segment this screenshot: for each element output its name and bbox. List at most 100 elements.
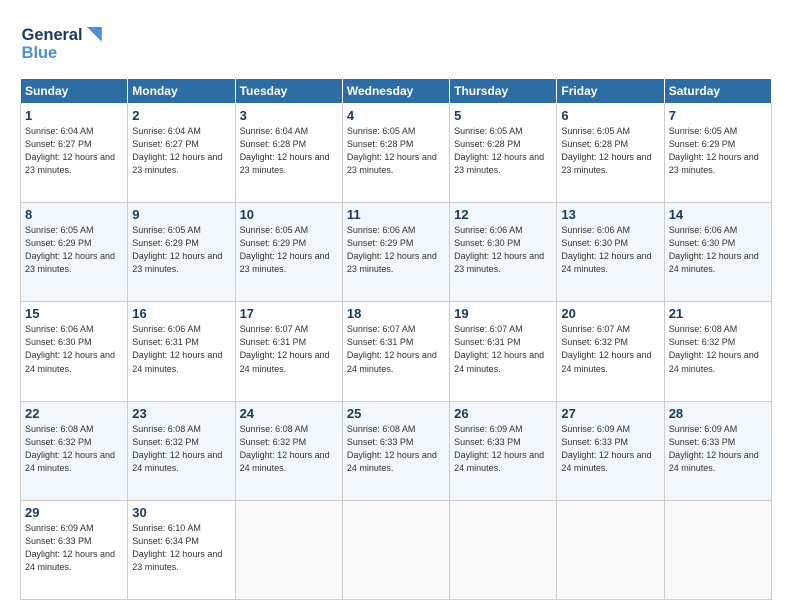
calendar-header-row: Sunday Monday Tuesday Wednesday Thursday… xyxy=(21,79,772,104)
day-number: 11 xyxy=(347,207,445,222)
table-row xyxy=(450,500,557,599)
day-number: 15 xyxy=(25,306,123,321)
day-number: 25 xyxy=(347,406,445,421)
day-info: Sunrise: 6:09 AMSunset: 6:33 PMDaylight:… xyxy=(25,522,123,574)
day-info: Sunrise: 6:10 AMSunset: 6:34 PMDaylight:… xyxy=(132,522,230,574)
table-row xyxy=(664,500,771,599)
day-number: 17 xyxy=(240,306,338,321)
day-number: 18 xyxy=(347,306,445,321)
day-info: Sunrise: 6:07 AMSunset: 6:31 PMDaylight:… xyxy=(240,323,338,375)
table-row: 17 Sunrise: 6:07 AMSunset: 6:31 PMDayligh… xyxy=(235,302,342,401)
day-info: Sunrise: 6:08 AMSunset: 6:32 PMDaylight:… xyxy=(25,423,123,475)
table-row: 15Sunrise: 6:06 AMSunset: 6:30 PMDayligh… xyxy=(21,302,128,401)
logo: General Blue xyxy=(20,18,110,68)
table-row: 6 Sunrise: 6:05 AMSunset: 6:28 PMDaylight… xyxy=(557,104,664,203)
table-row: 12Sunrise: 6:06 AMSunset: 6:30 PMDayligh… xyxy=(450,203,557,302)
day-number: 6 xyxy=(561,108,659,123)
table-row: 26Sunrise: 6:09 AMSunset: 6:33 PMDayligh… xyxy=(450,401,557,500)
day-info: Sunrise: 6:05 AMSunset: 6:28 PMDaylight:… xyxy=(561,125,659,177)
table-row: 10 Sunrise: 6:05 AMSunset: 6:29 PMDayligh… xyxy=(235,203,342,302)
table-row: 13Sunrise: 6:06 AMSunset: 6:30 PMDayligh… xyxy=(557,203,664,302)
day-number: 23 xyxy=(132,406,230,421)
day-info: Sunrise: 6:04 AMSunset: 6:28 PMDaylight:… xyxy=(240,125,338,177)
day-number: 4 xyxy=(347,108,445,123)
table-row: 23Sunrise: 6:08 AMSunset: 6:32 PMDayligh… xyxy=(128,401,235,500)
day-number: 9 xyxy=(132,207,230,222)
table-row: 29 Sunrise: 6:09 AMSunset: 6:33 PMDayligh… xyxy=(21,500,128,599)
day-number: 30 xyxy=(132,505,230,520)
table-row: 1 Sunrise: 6:04 AMSunset: 6:27 PMDaylight… xyxy=(21,104,128,203)
header: General Blue xyxy=(20,18,772,68)
day-number: 16 xyxy=(132,306,230,321)
table-row: 22 Sunrise: 6:08 AMSunset: 6:32 PMDayligh… xyxy=(21,401,128,500)
table-row: 7 Sunrise: 6:05 AMSunset: 6:29 PMDaylight… xyxy=(664,104,771,203)
day-number: 1 xyxy=(25,108,123,123)
day-number: 5 xyxy=(454,108,552,123)
table-row: 19Sunrise: 6:07 AMSunset: 6:31 PMDayligh… xyxy=(450,302,557,401)
table-row xyxy=(342,500,449,599)
table-row: 18 Sunrise: 6:07 AMSunset: 6:31 PMDayligh… xyxy=(342,302,449,401)
day-info: Sunrise: 6:08 AMSunset: 6:32 PMDaylight:… xyxy=(669,323,767,375)
day-number: 24 xyxy=(240,406,338,421)
col-thursday: Thursday xyxy=(450,79,557,104)
day-info: Sunrise: 6:06 AMSunset: 6:30 PMDaylight:… xyxy=(454,224,552,276)
day-number: 10 xyxy=(240,207,338,222)
table-row: 14Sunrise: 6:06 AMSunset: 6:30 PMDayligh… xyxy=(664,203,771,302)
table-row: 28 Sunrise: 6:09 AMSunset: 6:33 PMDayligh… xyxy=(664,401,771,500)
day-number: 29 xyxy=(25,505,123,520)
calendar-week-row: 15Sunrise: 6:06 AMSunset: 6:30 PMDayligh… xyxy=(21,302,772,401)
day-info: Sunrise: 6:05 AMSunset: 6:29 PMDaylight:… xyxy=(25,224,123,276)
svg-text:Blue: Blue xyxy=(22,44,57,62)
day-number: 19 xyxy=(454,306,552,321)
day-info: Sunrise: 6:06 AMSunset: 6:30 PMDaylight:… xyxy=(561,224,659,276)
day-info: Sunrise: 6:04 AMSunset: 6:27 PMDaylight:… xyxy=(25,125,123,177)
day-info: Sunrise: 6:09 AMSunset: 6:33 PMDaylight:… xyxy=(561,423,659,475)
day-number: 7 xyxy=(669,108,767,123)
table-row: 27 Sunrise: 6:09 AMSunset: 6:33 PMDayligh… xyxy=(557,401,664,500)
day-number: 8 xyxy=(25,207,123,222)
table-row: 21Sunrise: 6:08 AMSunset: 6:32 PMDayligh… xyxy=(664,302,771,401)
day-info: Sunrise: 6:05 AMSunset: 6:28 PMDaylight:… xyxy=(454,125,552,177)
day-info: Sunrise: 6:06 AMSunset: 6:31 PMDaylight:… xyxy=(132,323,230,375)
day-info: Sunrise: 6:05 AMSunset: 6:28 PMDaylight:… xyxy=(347,125,445,177)
day-number: 2 xyxy=(132,108,230,123)
table-row: 24 Sunrise: 6:08 AMSunset: 6:32 PMDayligh… xyxy=(235,401,342,500)
col-wednesday: Wednesday xyxy=(342,79,449,104)
table-row: 25 Sunrise: 6:08 AMSunset: 6:33 PMDayligh… xyxy=(342,401,449,500)
day-info: Sunrise: 6:09 AMSunset: 6:33 PMDaylight:… xyxy=(669,423,767,475)
table-row: 3 Sunrise: 6:04 AMSunset: 6:28 PMDaylight… xyxy=(235,104,342,203)
col-saturday: Saturday xyxy=(664,79,771,104)
col-monday: Monday xyxy=(128,79,235,104)
day-number: 14 xyxy=(669,207,767,222)
day-info: Sunrise: 6:08 AMSunset: 6:32 PMDaylight:… xyxy=(240,423,338,475)
day-info: Sunrise: 6:05 AMSunset: 6:29 PMDaylight:… xyxy=(240,224,338,276)
calendar-week-row: 22 Sunrise: 6:08 AMSunset: 6:32 PMDayligh… xyxy=(21,401,772,500)
logo-svg: General Blue xyxy=(20,18,110,68)
table-row: 20 Sunrise: 6:07 AMSunset: 6:32 PMDayligh… xyxy=(557,302,664,401)
table-row: 8 Sunrise: 6:05 AMSunset: 6:29 PMDaylight… xyxy=(21,203,128,302)
day-number: 27 xyxy=(561,406,659,421)
day-number: 22 xyxy=(25,406,123,421)
calendar-week-row: 1 Sunrise: 6:04 AMSunset: 6:27 PMDaylight… xyxy=(21,104,772,203)
day-number: 20 xyxy=(561,306,659,321)
day-number: 3 xyxy=(240,108,338,123)
table-row: 5 Sunrise: 6:05 AMSunset: 6:28 PMDaylight… xyxy=(450,104,557,203)
day-info: Sunrise: 6:08 AMSunset: 6:33 PMDaylight:… xyxy=(347,423,445,475)
day-info: Sunrise: 6:06 AMSunset: 6:29 PMDaylight:… xyxy=(347,224,445,276)
table-row: 30 Sunrise: 6:10 AMSunset: 6:34 PMDayligh… xyxy=(128,500,235,599)
day-number: 28 xyxy=(669,406,767,421)
day-info: Sunrise: 6:05 AMSunset: 6:29 PMDaylight:… xyxy=(669,125,767,177)
table-row: 11 Sunrise: 6:06 AMSunset: 6:29 PMDayligh… xyxy=(342,203,449,302)
svg-text:General: General xyxy=(22,26,83,44)
day-number: 26 xyxy=(454,406,552,421)
table-row xyxy=(557,500,664,599)
calendar-week-row: 29 Sunrise: 6:09 AMSunset: 6:33 PMDayligh… xyxy=(21,500,772,599)
col-friday: Friday xyxy=(557,79,664,104)
table-row: 2Sunrise: 6:04 AMSunset: 6:27 PMDaylight… xyxy=(128,104,235,203)
day-info: Sunrise: 6:07 AMSunset: 6:31 PMDaylight:… xyxy=(347,323,445,375)
col-sunday: Sunday xyxy=(21,79,128,104)
day-info: Sunrise: 6:07 AMSunset: 6:32 PMDaylight:… xyxy=(561,323,659,375)
table-row: 9Sunrise: 6:05 AMSunset: 6:29 PMDaylight… xyxy=(128,203,235,302)
calendar-week-row: 8 Sunrise: 6:05 AMSunset: 6:29 PMDaylight… xyxy=(21,203,772,302)
page: General Blue Sunday Monday Tuesday Wedne… xyxy=(0,0,792,612)
